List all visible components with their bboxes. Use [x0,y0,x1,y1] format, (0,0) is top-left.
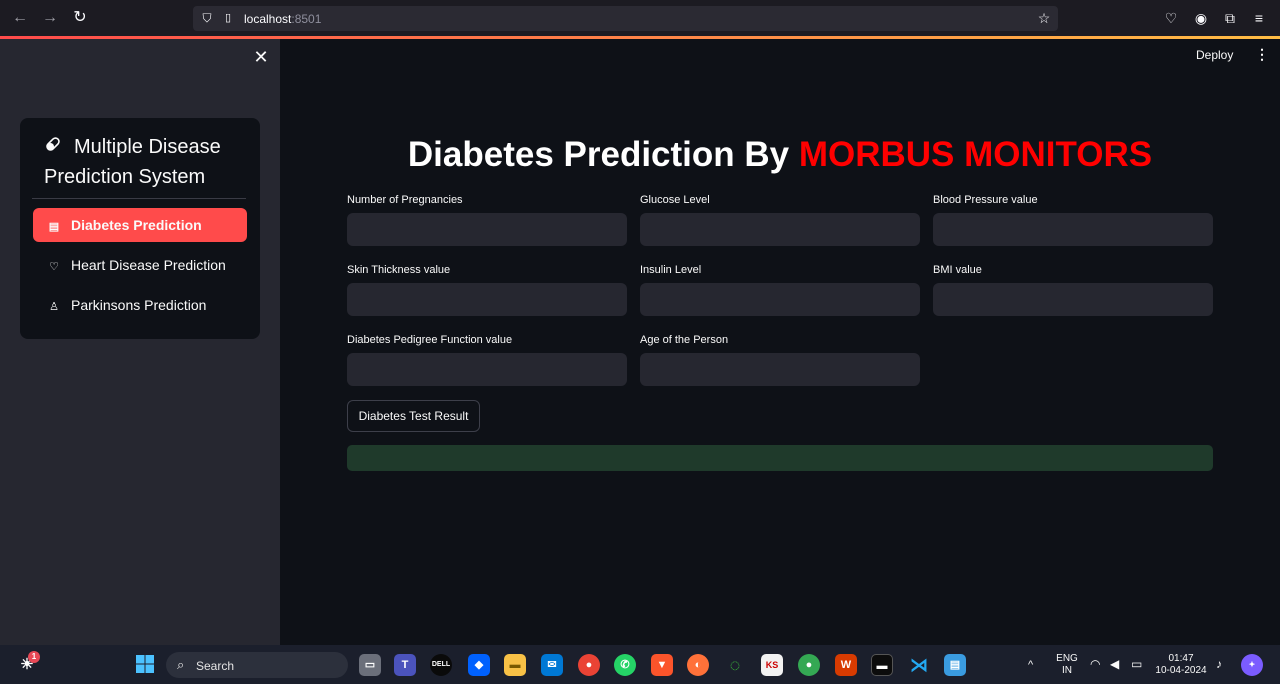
menu-icon[interactable]: ≡ [1250,9,1268,27]
pregnancies-label: Number of Pregnancies [347,194,463,206]
menu-item-label: Diabetes Prediction [71,217,202,233]
clock[interactable]: 01:47 10-04-2024 [1153,653,1209,677]
time-text: 01:47 [1168,653,1194,664]
brave-icon[interactable]: ▼ [651,654,673,676]
notification-badge: 1 [28,651,40,663]
volume-icon[interactable]: ◀ [1110,658,1119,670]
heart-pulse-icon: ♡ [49,261,59,273]
vscode-icon[interactable]: ⋊ [908,654,930,676]
wps-office-icon[interactable]: W [835,654,857,676]
clipboard-icon: ▤ [48,221,60,233]
page-title-text: Diabetes Prediction By [407,135,799,174]
page-icon[interactable]: ▯ [219,9,237,27]
menu-item-heart[interactable]: ♡ Heart Disease Prediction [33,248,247,282]
skin-thickness-label: Skin Thickness value [347,264,451,276]
glucose-label: Glucose Level [640,194,710,206]
menu-item-parkinsons[interactable]: ♙ Parkinsons Prediction [33,288,247,322]
blood-pressure-label: Blood Pressure value [933,194,1038,206]
bmi-input[interactable] [933,283,1213,316]
page-title-brand: MORBUS MONITORS [798,135,1153,174]
notepad-icon[interactable]: ▤ [944,654,966,676]
age-label: Age of the Person [640,334,729,346]
bell-icon[interactable]: ♪ [1216,658,1222,670]
account-icon[interactable]: ◉ [1192,9,1210,27]
file-explorer-icon[interactable]: ▬ [504,654,526,676]
teams-icon[interactable]: T [394,654,416,676]
extensions-icon[interactable]: ⧉ [1221,9,1239,27]
mail-icon[interactable]: ✉ [541,654,563,676]
back-arrow-icon[interactable]: ← [11,9,29,27]
taskbar-search[interactable]: ⌕ Search [166,652,348,678]
menu-item-diabetes[interactable]: ▤ Diabetes Prediction [33,208,247,242]
pedigree-input[interactable] [347,353,627,386]
capsule-icon [46,137,60,151]
age-input[interactable] [640,353,920,386]
windows-taskbar: ☀ 1 ⌕ Search ▭ T DELL ◆ ▬ ✉ ● ✆ ▼ ◐ ◌ KS… [0,645,1280,684]
date-text: 10-04-2024 [1155,665,1207,676]
deploy-button[interactable]: Deploy [1196,48,1233,62]
chrome-profile-icon[interactable]: ● [798,654,820,676]
url-text: localhost:8501 [244,12,321,26]
language-indicator[interactable]: ENG IN [1054,653,1080,677]
menu-title: Multiple Disease Prediction System [44,132,244,192]
pocket-icon[interactable]: ♡ [1162,9,1180,27]
more-options-icon[interactable]: ⋮ [1255,46,1269,63]
search-label: Search [196,659,235,673]
address-bar[interactable]: ⛉ ▯ localhost:8501 ☆ [193,6,1058,31]
bookmark-star-icon[interactable]: ☆ [1035,9,1053,27]
dropbox-icon[interactable]: ◆ [468,654,490,676]
diabetes-test-result-button[interactable]: Diabetes Test Result [347,400,480,432]
region-text: IN [1062,665,1072,676]
wifi-icon[interactable]: ◠ [1090,658,1100,670]
search-icon: ⌕ [177,657,185,672]
url-host: localhost [244,12,292,26]
battery-icon[interactable]: ▭ [1131,658,1142,670]
dell-icon[interactable]: DELL [430,654,452,676]
whatsapp-icon[interactable]: ✆ [614,654,636,676]
option-menu: Multiple Disease Prediction System ▤ Diab… [20,118,260,339]
pregnancies-input[interactable] [347,213,627,246]
person-icon: ♙ [49,301,59,313]
menu-item-label: Parkinsons Prediction [71,297,207,313]
url-port: :8501 [291,12,322,26]
reload-icon[interactable]: ↻ [71,9,89,27]
chevron-up-icon[interactable]: ^ [1028,659,1033,671]
insulin-input[interactable] [640,283,920,316]
result-success-box [347,445,1213,471]
page-title: Diabetes Prediction By MORBUS MONITORS [280,135,1280,175]
loading-app-icon[interactable]: ◌ [724,654,746,676]
code-editor-icon[interactable]: KS [761,654,783,676]
close-sidebar-icon[interactable]: ✕ [252,48,270,66]
pedigree-label: Diabetes Pedigree Function value [347,334,513,346]
task-view-icon[interactable]: ▭ [359,654,381,676]
insulin-label: Insulin Level [640,264,702,276]
menu-item-label: Heart Disease Prediction [71,257,226,273]
browser-toolbar: ← → ↻ ⛉ ▯ localhost:8501 ☆ ♡ ◉ ⧉ ≡ [0,0,1280,36]
blood-pressure-input[interactable] [933,213,1213,246]
menu-title-text: Multiple Disease Prediction System [44,136,221,188]
shield-icon[interactable]: ⛉ [198,9,216,27]
skin-thickness-input[interactable] [347,283,627,316]
firefox-icon[interactable]: ◐ [687,654,709,676]
terminal-icon[interactable]: ▬ [871,654,893,676]
copilot-icon[interactable]: ✦ [1241,654,1263,676]
bmi-label: BMI value [933,264,982,276]
sidebar: ✕ Multiple Disease Prediction System ▤ Di… [0,39,280,645]
language-text: ENG [1056,653,1078,664]
windows-start-icon[interactable] [134,654,156,676]
chrome-icon[interactable]: ● [578,654,600,676]
forward-arrow-icon[interactable]: → [41,9,59,27]
glucose-input[interactable] [640,213,920,246]
menu-divider [32,198,246,199]
